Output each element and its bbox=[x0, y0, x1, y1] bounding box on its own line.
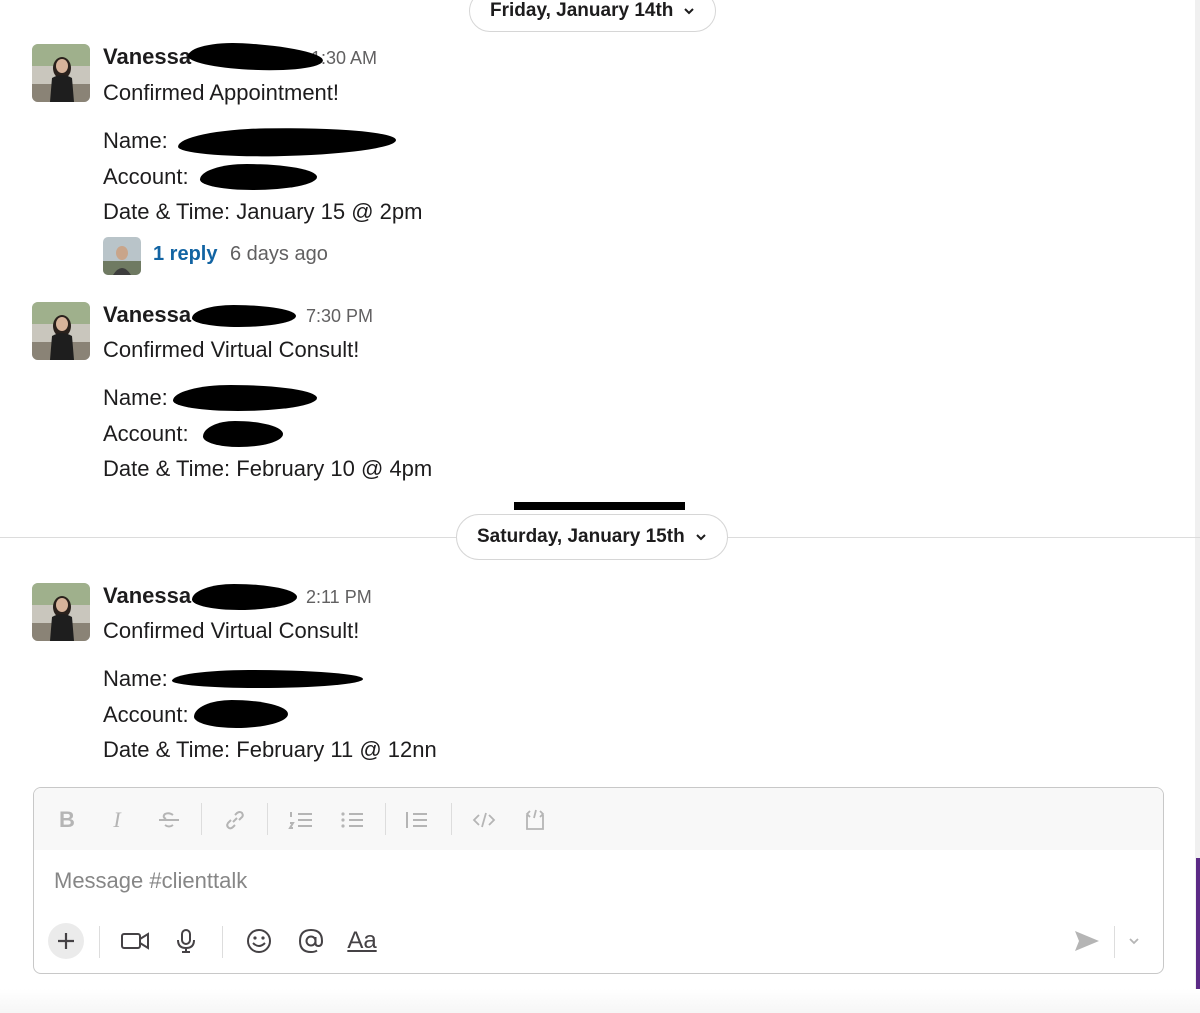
redaction bbox=[200, 164, 317, 190]
blockquote-icon[interactable] bbox=[403, 806, 431, 834]
redaction bbox=[203, 421, 283, 447]
date-divider-label: Friday, January 14th bbox=[490, 0, 674, 21]
redaction bbox=[173, 385, 317, 411]
text-format-icon[interactable]: Aa bbox=[344, 923, 380, 959]
video-icon[interactable] bbox=[117, 923, 153, 959]
message-title: Confirmed Virtual Consult! bbox=[103, 337, 360, 362]
code-icon[interactable] bbox=[470, 806, 498, 834]
datetime-line: Date & Time: January 15 @ 2pm bbox=[103, 199, 423, 224]
footer-fade bbox=[0, 989, 1200, 1013]
toolbar-separator bbox=[1114, 926, 1115, 958]
sender-name[interactable]: Vanessa bbox=[103, 44, 191, 70]
sender-name[interactable]: Vanessa bbox=[103, 583, 191, 609]
toolbar-separator bbox=[451, 803, 452, 835]
formatting-toolbar: B I bbox=[34, 788, 1163, 850]
redaction bbox=[187, 40, 324, 74]
strikethrough-icon[interactable] bbox=[155, 806, 183, 834]
redaction bbox=[192, 305, 296, 327]
avatar[interactable] bbox=[32, 583, 90, 641]
datetime-line: Date & Time: February 10 @ 4pm bbox=[103, 456, 433, 481]
redaction bbox=[192, 584, 297, 610]
message-timestamp[interactable]: 7:30 PM bbox=[306, 306, 373, 327]
avatar[interactable] bbox=[32, 44, 90, 102]
thread-reply-count[interactable]: 1 reply bbox=[153, 243, 217, 266]
toolbar-separator bbox=[385, 803, 386, 835]
redaction bbox=[194, 700, 288, 728]
toolbar-separator bbox=[222, 926, 223, 958]
thread-last-reply: 6 days ago bbox=[230, 243, 328, 265]
italic-icon[interactable]: I bbox=[103, 806, 131, 834]
send-icon[interactable] bbox=[1069, 923, 1105, 959]
message-input[interactable]: Message #clienttalk bbox=[54, 868, 247, 894]
message-timestamp[interactable]: 2:11 PM bbox=[306, 587, 372, 608]
account-label: Account: bbox=[103, 702, 189, 727]
chevron-down-icon[interactable] bbox=[1116, 923, 1152, 959]
avatar[interactable] bbox=[32, 302, 90, 360]
datetime-line: Date & Time: February 11 @ 12nn bbox=[103, 737, 437, 762]
microphone-icon[interactable] bbox=[168, 923, 204, 959]
sidebar-edge bbox=[1196, 858, 1200, 1008]
sender-name[interactable]: Vanessa bbox=[103, 302, 191, 328]
name-label: Name: bbox=[103, 128, 168, 153]
chevron-down-icon bbox=[684, 8, 695, 15]
account-label: Account: bbox=[103, 164, 189, 189]
toolbar-separator bbox=[99, 926, 100, 958]
link-icon[interactable] bbox=[221, 806, 249, 834]
code-block-icon[interactable] bbox=[521, 806, 549, 834]
mention-icon[interactable] bbox=[293, 923, 329, 959]
redaction bbox=[172, 670, 363, 688]
toolbar-separator bbox=[267, 803, 268, 835]
ordered-list-icon[interactable] bbox=[287, 806, 315, 834]
message-title: Confirmed Appointment! bbox=[103, 80, 340, 105]
thread-reply-avatar bbox=[103, 237, 141, 275]
name-label: Name: bbox=[103, 666, 168, 691]
redaction bbox=[177, 126, 397, 158]
message-title: Confirmed Virtual Consult! bbox=[103, 618, 360, 643]
chevron-down-icon bbox=[695, 534, 706, 541]
toolbar-separator bbox=[201, 803, 202, 835]
bold-icon[interactable]: B bbox=[53, 806, 81, 834]
date-divider-pill[interactable]: Saturday, January 15th bbox=[456, 514, 728, 560]
date-divider-label: Saturday, January 15th bbox=[477, 526, 685, 547]
plus-icon[interactable] bbox=[48, 923, 84, 959]
bulleted-list-icon[interactable] bbox=[338, 806, 366, 834]
emoji-icon[interactable] bbox=[241, 923, 277, 959]
redaction-bar bbox=[514, 502, 685, 510]
date-divider-pill[interactable]: Friday, January 14th bbox=[469, 0, 717, 32]
message-composer[interactable]: B I Message #clienttalk Aa bbox=[33, 787, 1164, 974]
name-label: Name: bbox=[103, 385, 168, 410]
account-label: Account: bbox=[103, 421, 189, 446]
